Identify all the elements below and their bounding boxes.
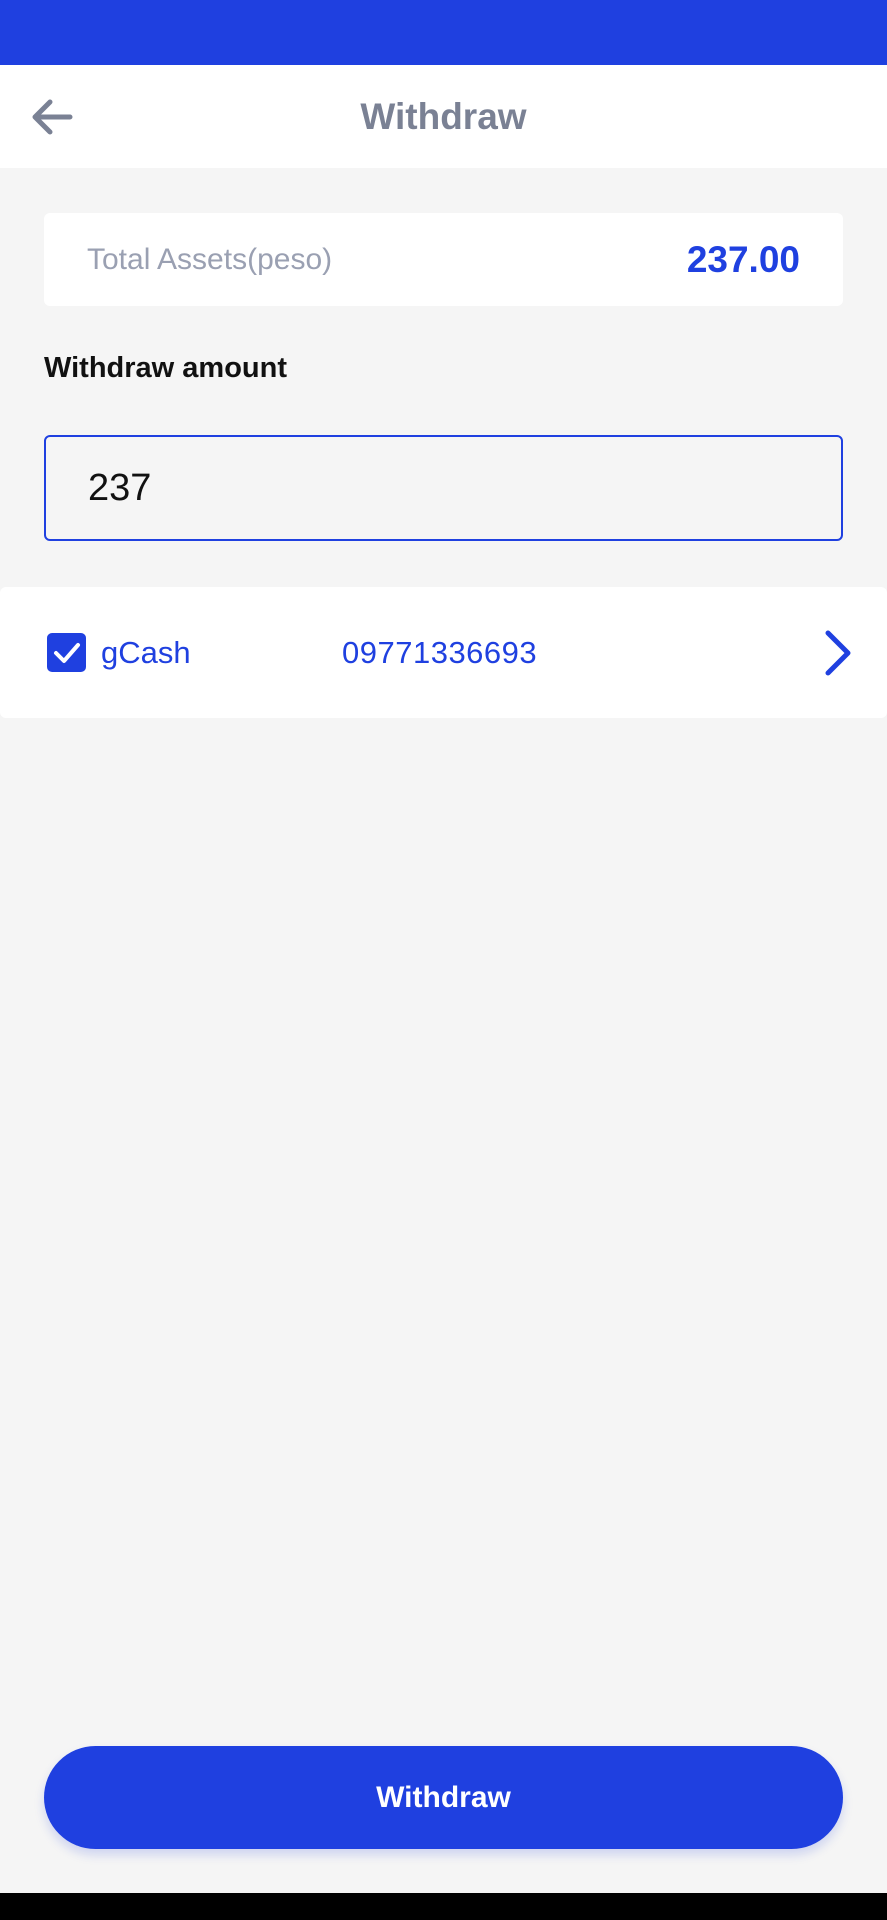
total-assets-label: Total Assets(peso) [87,243,333,276]
chevron-right-icon [825,630,851,676]
arrow-left-icon [32,99,73,135]
withdraw-amount-input[interactable] [44,435,843,541]
status-bar [0,0,887,65]
method-account-number: 09771336693 [342,635,538,670]
total-assets-value: 237.00 [686,239,800,280]
payment-method-row[interactable]: gCash 09771336693 [0,587,887,718]
method-chevron[interactable] [818,625,858,681]
back-button[interactable] [24,91,80,143]
page-title: Withdraw [360,96,527,137]
total-assets-card: Total Assets(peso) 237.00 [44,213,843,306]
withdraw-amount-label: Withdraw amount [44,352,288,384]
system-navigation-bar [0,1893,887,1920]
withdraw-submit-button[interactable]: Withdraw [44,1746,843,1849]
method-checkbox[interactable] [47,633,86,672]
app-bar: Withdraw [0,65,887,168]
method-name: gCash [101,635,191,670]
check-icon [53,642,80,663]
